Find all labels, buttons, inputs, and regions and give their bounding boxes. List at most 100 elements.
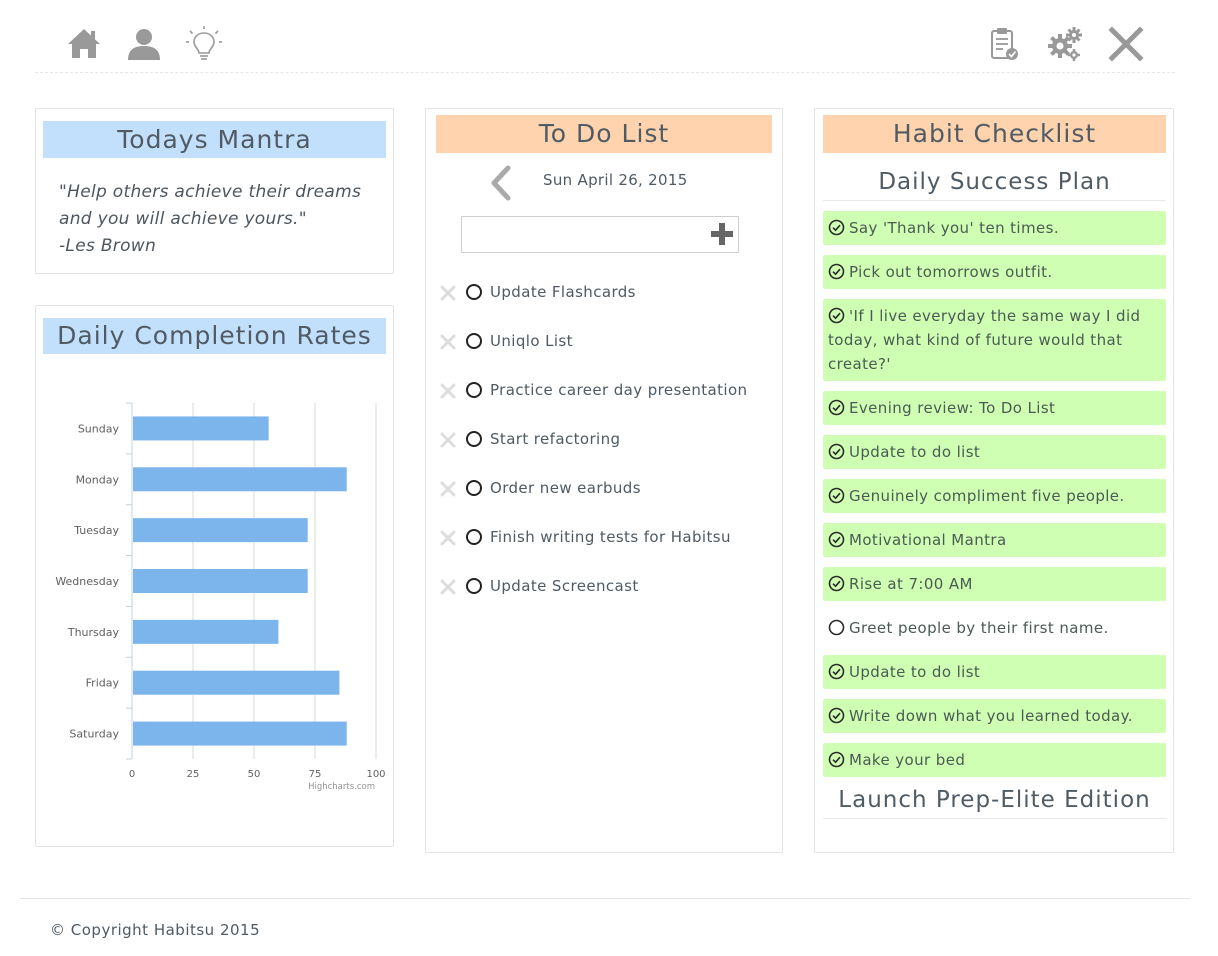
checked-circle-icon[interactable] bbox=[828, 707, 845, 724]
habit-label: Pick out tomorrows outfit. bbox=[849, 263, 1053, 281]
habit-label: Update to do list bbox=[849, 663, 981, 681]
habit-item[interactable]: Rise at 7:00 AM bbox=[823, 567, 1166, 601]
todo-item: Update Screencast bbox=[440, 575, 780, 599]
home-icon[interactable] bbox=[65, 25, 103, 63]
current-date: Sun April 26, 2015 bbox=[543, 171, 688, 189]
todo-item: Uniqlo List bbox=[440, 330, 780, 354]
chart-credit: Highcharts.com bbox=[308, 782, 375, 792]
clipboard-check-icon[interactable] bbox=[985, 25, 1023, 63]
chart-x-tick-label: 50 bbox=[248, 769, 261, 780]
date-row: Sun April 26, 2015 bbox=[486, 161, 786, 201]
checked-circle-icon[interactable] bbox=[828, 443, 845, 460]
checked-circle-icon[interactable] bbox=[828, 531, 845, 548]
todo-label[interactable]: Finish writing tests for Habitsu bbox=[490, 526, 731, 548]
checked-circle-icon[interactable] bbox=[828, 263, 845, 280]
mantra-author: -Les Brown bbox=[59, 236, 157, 256]
todo-label[interactable]: Uniqlo List bbox=[490, 330, 573, 352]
todo-item: Practice career day presentation bbox=[440, 379, 780, 403]
habit-item[interactable]: Motivational Mantra bbox=[823, 523, 1166, 557]
todo-checkbox[interactable] bbox=[466, 431, 482, 447]
new-todo-input[interactable] bbox=[461, 216, 739, 253]
mantra-title: Todays Mantra bbox=[43, 121, 386, 158]
checked-circle-icon[interactable] bbox=[828, 575, 845, 592]
todo-checkbox[interactable] bbox=[466, 333, 482, 349]
todo-checkbox[interactable] bbox=[466, 480, 482, 496]
habit-item[interactable]: Greet people by their first name. bbox=[823, 611, 1166, 645]
chart-bar bbox=[133, 518, 308, 543]
delete-todo-x-icon[interactable] bbox=[440, 530, 456, 546]
delete-todo-x-icon[interactable] bbox=[440, 334, 456, 350]
todo-item: Finish writing tests for Habitsu bbox=[440, 526, 780, 550]
chart-x-tick-label: 75 bbox=[309, 769, 322, 780]
delete-todo-x-icon[interactable] bbox=[440, 432, 456, 448]
chart-bar bbox=[133, 619, 279, 644]
checked-circle-icon[interactable] bbox=[828, 663, 845, 680]
plan-name[interactable]: Daily Success Plan bbox=[823, 165, 1166, 201]
todo-checkbox[interactable] bbox=[466, 284, 482, 300]
chart-x-tick-label: 0 bbox=[129, 769, 135, 780]
habit-item[interactable]: Say 'Thank you' ten times. bbox=[823, 211, 1166, 245]
habit-item[interactable]: 'If I live everyday the same way I did t… bbox=[823, 299, 1166, 381]
footer-copyright: © Copyright Habitsu 2015 bbox=[50, 921, 261, 939]
top-nav bbox=[0, 0, 1218, 80]
delete-todo-x-icon[interactable] bbox=[440, 383, 456, 399]
chart-category-label: Thursday bbox=[67, 626, 120, 639]
completion-chart: 0 25 50 75 100 Sunday Monday Tuesday Wednesday Th… bbox=[55, 402, 386, 792]
habit-item[interactable]: Evening review: To Do List bbox=[823, 391, 1166, 425]
chart-bar bbox=[133, 569, 308, 593]
habit-item[interactable]: Make your bed bbox=[823, 743, 1166, 777]
close-icon[interactable] bbox=[1107, 25, 1145, 63]
todo-checkbox[interactable] bbox=[466, 382, 482, 398]
habit-label: Evening review: To Do List bbox=[849, 399, 1056, 417]
chart-category-label: Monday bbox=[76, 473, 120, 486]
todo-title: To Do List bbox=[436, 115, 772, 153]
chart-category-label: Tuesday bbox=[73, 524, 119, 537]
habit-item[interactable]: Genuinely compliment five people. bbox=[823, 479, 1166, 513]
checked-circle-icon[interactable] bbox=[828, 751, 845, 768]
habit-label: Rise at 7:00 AM bbox=[849, 575, 973, 593]
todo-checkbox[interactable] bbox=[466, 578, 482, 594]
habit-title: Habit Checklist bbox=[823, 115, 1166, 153]
todo-label[interactable]: Update Flashcards bbox=[490, 281, 636, 303]
todo-label[interactable]: Update Screencast bbox=[490, 575, 639, 597]
todo-item: Update Flashcards bbox=[440, 281, 780, 305]
add-todo-plus-icon[interactable] bbox=[706, 218, 738, 250]
delete-todo-x-icon[interactable] bbox=[440, 579, 456, 595]
gears-icon[interactable] bbox=[1046, 25, 1084, 63]
checked-circle-icon[interactable] bbox=[828, 399, 845, 416]
chart-x-tick-label: 100 bbox=[366, 769, 385, 780]
nav-divider bbox=[35, 72, 1175, 73]
chart-category-label: Sunday bbox=[78, 422, 120, 435]
todo-label[interactable]: Order new earbuds bbox=[490, 477, 641, 499]
habit-panel: Habit Checklist Daily Success Plan Say '… bbox=[814, 108, 1174, 853]
previous-day-arrow-icon[interactable] bbox=[486, 165, 518, 201]
todo-item: Start refactoring bbox=[440, 428, 780, 452]
habit-item[interactable]: Pick out tomorrows outfit. bbox=[823, 255, 1166, 289]
habit-item[interactable]: Update to do list bbox=[823, 655, 1166, 689]
empty-circle-icon[interactable] bbox=[828, 619, 845, 636]
checked-circle-icon[interactable] bbox=[828, 487, 845, 504]
habit-item[interactable]: Update to do list bbox=[823, 435, 1166, 469]
delete-todo-x-icon[interactable] bbox=[440, 285, 456, 301]
habit-label: Update to do list bbox=[849, 443, 981, 461]
checked-circle-icon[interactable] bbox=[828, 307, 845, 324]
checked-circle-icon[interactable] bbox=[828, 219, 845, 236]
todo-label[interactable]: Start refactoring bbox=[490, 428, 620, 450]
lightbulb-icon[interactable] bbox=[185, 25, 223, 63]
habit-label: 'If I live everyday the same way I did t… bbox=[828, 307, 1141, 373]
todo-checkbox[interactable] bbox=[466, 529, 482, 545]
chart-bar bbox=[133, 416, 269, 441]
habit-label: Say 'Thank you' ten times. bbox=[849, 219, 1060, 237]
habit-label: Greet people by their first name. bbox=[849, 619, 1109, 637]
delete-todo-x-icon[interactable] bbox=[440, 481, 456, 497]
user-icon[interactable] bbox=[125, 25, 163, 63]
todo-label[interactable]: Practice career day presentation bbox=[490, 379, 747, 401]
habit-label: Write down what you learned today. bbox=[849, 707, 1133, 725]
habit-label: Motivational Mantra bbox=[849, 531, 1007, 549]
next-plan-name[interactable]: Launch Prep-Elite Edition bbox=[823, 783, 1166, 819]
mantra-line: and you will achieve yours." bbox=[59, 209, 307, 229]
habit-item[interactable]: Write down what you learned today. bbox=[823, 699, 1166, 733]
mantra-quote: "Help others achieve their dreams and yo… bbox=[59, 179, 379, 260]
chart-x-tick-label: 25 bbox=[187, 769, 200, 780]
chart-category-label: Friday bbox=[86, 677, 120, 690]
